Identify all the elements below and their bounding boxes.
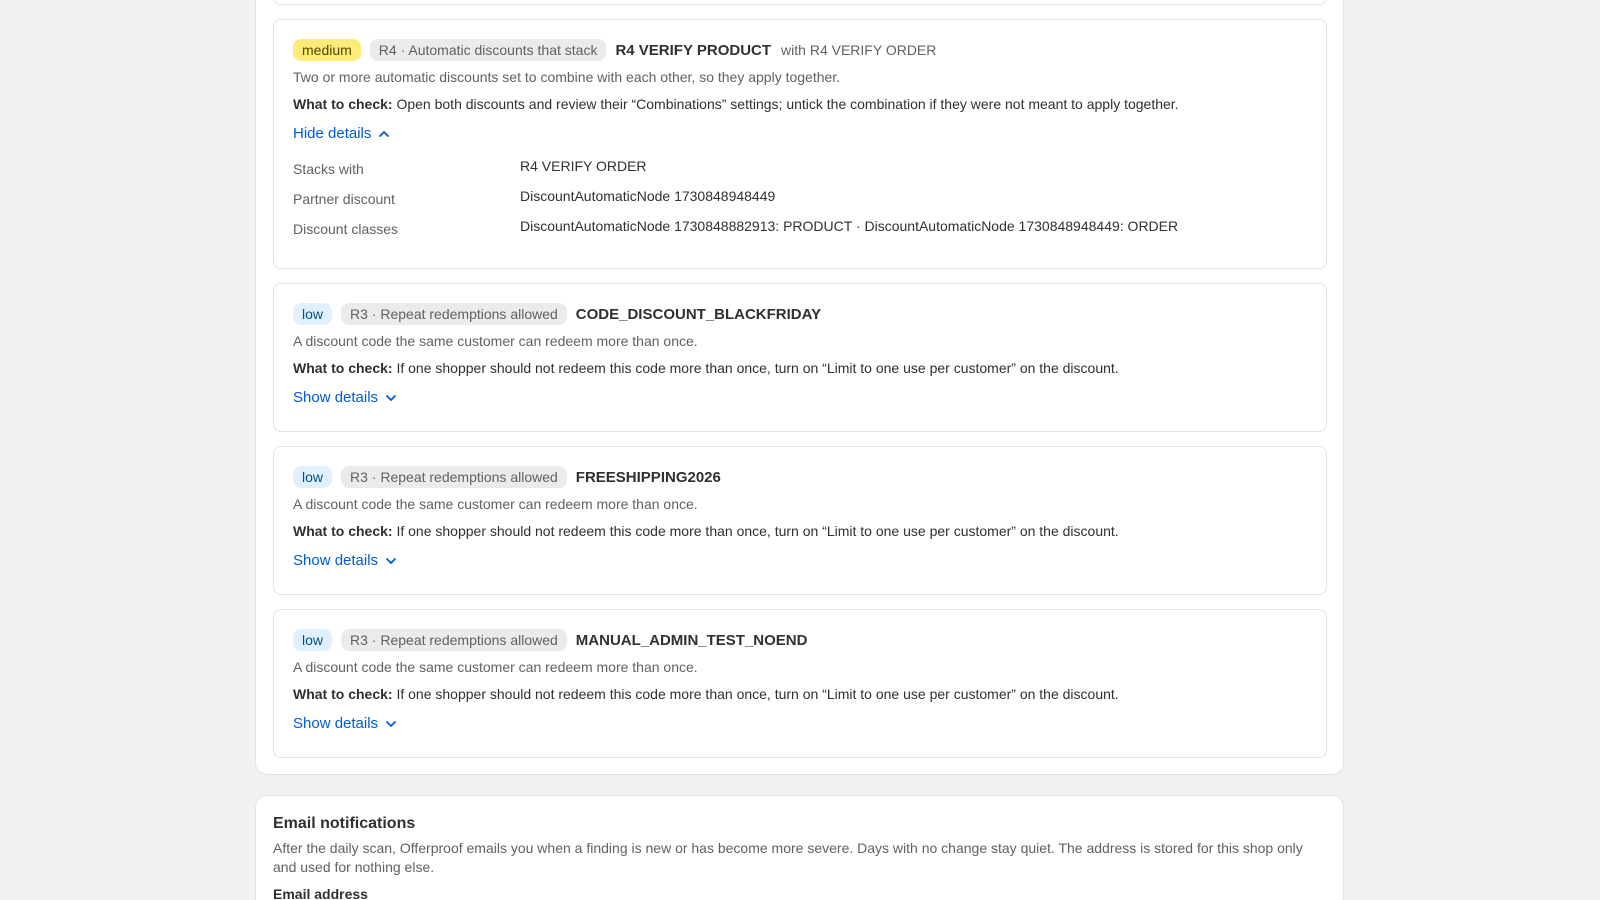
severity-badge: low (293, 629, 333, 651)
detail-value: DiscountAutomaticNode 1730848882913: PRO… (520, 218, 1179, 234)
severity-badge: low (293, 466, 333, 488)
detail-key: Discount classes (293, 221, 399, 237)
show-details-button[interactable]: Show details (293, 551, 398, 571)
rule-badge: R3 · Repeat redemptions allowed (341, 629, 567, 651)
what-to-check-text: If one shopper should not redeem this co… (392, 686, 1119, 702)
toggle-label: Show details (293, 715, 379, 732)
rule-badge: R3 · Repeat redemptions allowed (341, 466, 567, 488)
what-to-check-text: Open both discounts and review their “Co… (392, 96, 1179, 112)
chevron-down-icon (386, 558, 396, 564)
section-title: Email notifications (273, 815, 416, 832)
what-to-check-text: If one shopper should not redeem this co… (392, 523, 1119, 539)
previous-finding-card (273, 0, 1327, 5)
finding-title: CODE_DISCOUNT_BLACKFRIDAY (575, 305, 822, 323)
finding-description: A discount code the same customer can re… (293, 333, 698, 349)
what-to-check-text: If one shopper should not redeem this co… (392, 360, 1119, 376)
finding-card: medium R4 · Automatic discounts that sta… (273, 19, 1327, 269)
chevron-down-icon (386, 395, 396, 401)
finding-description: A discount code the same customer can re… (293, 496, 698, 512)
detail-value: DiscountAutomaticNode 1730848948449 (520, 188, 776, 204)
finding-card: low R3 · Repeat redemptions allowed FREE… (273, 446, 1327, 595)
rule-badge: R3 · Repeat redemptions allowed (341, 303, 567, 325)
severity-badge: medium (293, 39, 361, 61)
finding-header: low R3 · Repeat redemptions allowed MANU… (293, 628, 1307, 652)
finding-card: low R3 · Repeat redemptions allowed MANU… (273, 609, 1327, 758)
detail-row: Stacks with R4 VERIFY ORDER (293, 158, 1307, 188)
detail-value: R4 VERIFY ORDER (520, 158, 647, 174)
email-field-label: Email address (273, 886, 368, 900)
finding-description: A discount code the same customer can re… (293, 659, 698, 675)
finding-title: MANUAL_ADMIN_TEST_NOEND (575, 631, 808, 649)
finding-description: Two or more automatic discounts set to c… (293, 69, 841, 85)
finding-with: with R4 VERIFY ORDER (781, 42, 937, 58)
detail-row: Partner discount DiscountAutomaticNode 1… (293, 188, 1307, 218)
toggle-label: Show details (293, 389, 379, 406)
finding-header: low R3 · Repeat redemptions allowed FREE… (293, 465, 1307, 489)
finding-title: FREESHIPPING2026 (575, 468, 721, 486)
section-description: After the daily scan, Offerproof emails … (273, 840, 1303, 875)
what-to-check: What to check: If one shopper should not… (293, 522, 1307, 540)
chevron-up-icon (379, 131, 390, 137)
email-notifications-card: Email notifications After the daily scan… (255, 795, 1344, 900)
what-to-check: What to check: Open both discounts and r… (293, 95, 1307, 113)
what-to-check: What to check: If one shopper should not… (293, 359, 1307, 377)
what-to-check: What to check: If one shopper should not… (293, 685, 1307, 703)
finding-card: low R3 · Repeat redemptions allowed CODE… (273, 283, 1327, 432)
what-to-check-label: What to check: (293, 523, 393, 539)
show-details-button[interactable]: Show details (293, 714, 398, 734)
finding-header: low R3 · Repeat redemptions allowed CODE… (293, 302, 1307, 326)
hide-details-button[interactable]: Hide details (293, 124, 391, 144)
chevron-down-icon (386, 721, 396, 727)
what-to-check-label: What to check: (293, 360, 393, 376)
what-to-check-label: What to check: (293, 96, 393, 112)
finding-header: medium R4 · Automatic discounts that sta… (293, 38, 1307, 62)
detail-key: Stacks with (293, 161, 364, 177)
severity-badge: low (293, 303, 333, 325)
what-to-check-label: What to check: (293, 686, 393, 702)
toggle-label: Show details (293, 552, 379, 569)
show-details-button[interactable]: Show details (293, 388, 398, 408)
toggle-label: Hide details (293, 125, 372, 142)
rule-badge: R4 · Automatic discounts that stack (369, 39, 607, 61)
finding-details: Stacks with R4 VERIFY ORDER Partner disc… (293, 158, 1307, 248)
finding-title: R4 VERIFY PRODUCT (615, 41, 772, 59)
detail-row: Discount classes DiscountAutomaticNode 1… (293, 218, 1307, 248)
detail-key: Partner discount (293, 191, 395, 207)
